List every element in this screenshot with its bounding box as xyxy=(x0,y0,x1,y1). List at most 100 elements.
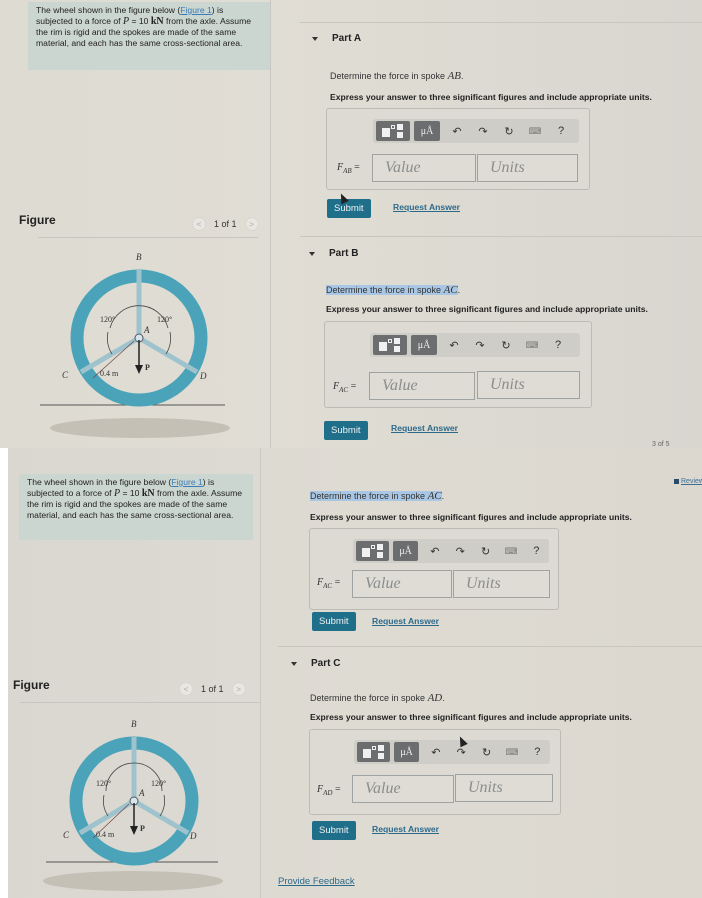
part-c-submit-button[interactable]: Submit xyxy=(312,821,356,840)
screenshot-top: The wheel shown in the figure below (Fig… xyxy=(0,0,702,448)
problem-statement: The wheel shown in the figure below (Fig… xyxy=(28,2,270,70)
templates-icon[interactable] xyxy=(373,335,407,355)
keyboard-icon[interactable]: ⌨ xyxy=(521,340,543,351)
help-icon[interactable]: ? xyxy=(527,746,548,758)
part-c-divider xyxy=(278,646,702,647)
label-b: B xyxy=(131,719,137,729)
part-b-units-input[interactable]: Units xyxy=(477,371,580,399)
undo-icon[interactable]: ↶ xyxy=(424,545,445,558)
part-b-request-answer-link[interactable]: Request Answer xyxy=(391,423,458,433)
column-separator xyxy=(260,448,261,898)
undo-icon[interactable]: ↶ xyxy=(443,339,465,352)
part-b-submit-button[interactable]: Submit xyxy=(324,421,368,440)
part-c-value-input[interactable]: Value xyxy=(352,775,454,803)
part-a-submit-button[interactable]: Submit xyxy=(327,199,371,218)
corner-pager: 3 of 5 xyxy=(652,441,670,448)
label-angle-right: 120° xyxy=(151,779,166,788)
figure-title: Figure xyxy=(19,213,56,227)
units-button[interactable]: μÅ xyxy=(393,541,419,561)
redo-icon[interactable]: ↷ xyxy=(469,339,491,352)
help-icon[interactable]: ? xyxy=(547,339,569,351)
label-angle-right: 120° xyxy=(157,315,172,324)
help-icon[interactable]: ? xyxy=(526,545,547,557)
part-c-request-answer-link[interactable]: Request Answer xyxy=(372,824,439,834)
part-a-value-input[interactable]: Value xyxy=(372,154,476,182)
review-link[interactable]: Review xyxy=(674,478,702,485)
units-button[interactable]: μÅ xyxy=(414,121,440,141)
part-a-request-answer-link[interactable]: Request Answer xyxy=(393,202,460,212)
label-d: D xyxy=(189,831,197,841)
chevron-right-icon[interactable]: > xyxy=(231,682,246,696)
label-c: C xyxy=(63,830,70,840)
review-icon xyxy=(674,479,679,484)
label-c: C xyxy=(62,370,69,380)
figure-title: Figure xyxy=(13,678,50,692)
force-arrowhead xyxy=(135,365,143,374)
part-b-variable: FAC = xyxy=(333,381,357,394)
part-b-divider xyxy=(300,236,702,237)
templates-icon[interactable] xyxy=(376,121,410,141)
part-c-variable: FAD = xyxy=(317,784,341,797)
figure-divider xyxy=(38,237,258,238)
part-b-value-input[interactable]: Value xyxy=(369,372,475,400)
redo-icon[interactable]: ↷ xyxy=(472,125,494,138)
keyboard-icon[interactable]: ⌨ xyxy=(524,126,546,137)
part-c-instruction: Express your answer to three significant… xyxy=(310,712,632,722)
redo-icon[interactable]: ↷ xyxy=(450,545,471,558)
part-b-submit-button[interactable]: Submit xyxy=(312,612,356,631)
angle-arc-right xyxy=(165,331,171,355)
keyboard-icon[interactable]: ⌨ xyxy=(500,546,521,557)
part-b-header[interactable]: Part B xyxy=(309,248,358,259)
part-b-variable: FAC = xyxy=(317,577,341,590)
chevron-left-icon[interactable]: < xyxy=(179,682,193,696)
label-angle-left: 120° xyxy=(100,315,115,324)
figure-link[interactable]: Figure 1 xyxy=(171,477,203,487)
part-c-toolbar: μÅ ↶ ↷ ↻ ⌨ ? xyxy=(354,740,550,764)
undo-icon[interactable]: ↶ xyxy=(425,746,446,759)
reset-icon[interactable]: ↻ xyxy=(475,545,496,558)
units-button[interactable]: μÅ xyxy=(394,742,420,762)
label-b: B xyxy=(136,252,142,262)
wheel-figure: B A C D P 120° 120° 0.4 m xyxy=(40,252,230,438)
part-a-divider xyxy=(300,22,702,23)
templates-icon[interactable] xyxy=(356,541,389,561)
label-d: D xyxy=(199,371,207,381)
part-b-question: Determine the force in spoke AC. xyxy=(326,284,461,296)
part-a-units-input[interactable]: Units xyxy=(477,154,578,182)
part-a-question: Determine the force in spoke AB. xyxy=(330,70,464,82)
help-icon[interactable]: ? xyxy=(550,125,572,137)
spoke-ac xyxy=(78,798,136,836)
templates-icon[interactable] xyxy=(357,742,390,762)
part-c-question: Determine the force in spoke AD. xyxy=(310,692,445,704)
figure-page-indicator: 1 of 1 xyxy=(201,684,224,694)
part-c-units-input[interactable]: Units xyxy=(455,774,553,802)
part-c-header[interactable]: Part C xyxy=(291,658,340,669)
caret-down-icon xyxy=(309,251,315,256)
redo-icon[interactable]: ↷ xyxy=(451,746,472,759)
label-radius: 0.4 m xyxy=(96,830,115,839)
problem-statement: The wheel shown in the figure below (Fig… xyxy=(19,474,253,540)
part-b-question: Determine the force in spoke AC. xyxy=(310,490,445,502)
reset-icon[interactable]: ↻ xyxy=(495,339,517,352)
part-a-header[interactable]: Part A xyxy=(312,33,361,44)
spoke-ac xyxy=(79,335,141,375)
figure-link[interactable]: Figure 1 xyxy=(180,5,212,15)
keyboard-icon[interactable]: ⌨ xyxy=(501,747,522,758)
undo-icon[interactable]: ↶ xyxy=(446,125,468,138)
reset-icon[interactable]: ↻ xyxy=(476,746,497,759)
provide-feedback-link[interactable]: Provide Feedback xyxy=(278,876,355,887)
ground xyxy=(50,418,230,438)
chevron-left-icon[interactable]: < xyxy=(192,217,206,231)
screenshot-bottom: The wheel shown in the figure below (Fig… xyxy=(8,448,702,898)
chevron-right-icon[interactable]: > xyxy=(244,217,259,231)
part-b-units-input[interactable]: Units xyxy=(453,570,550,598)
reset-icon[interactable]: ↻ xyxy=(498,125,520,138)
column-separator xyxy=(270,0,271,448)
part-b-request-answer-link[interactable]: Request Answer xyxy=(372,616,439,626)
figure-pager: < 1 of 1 > xyxy=(192,217,259,231)
part-b-toolbar: μÅ ↶ ↷ ↻ ⌨ ? xyxy=(353,539,549,563)
units-button[interactable]: μÅ xyxy=(411,335,437,355)
ground xyxy=(43,871,223,891)
part-b-value-input[interactable]: Value xyxy=(352,570,452,598)
part-a-variable: FAB = xyxy=(337,162,360,175)
